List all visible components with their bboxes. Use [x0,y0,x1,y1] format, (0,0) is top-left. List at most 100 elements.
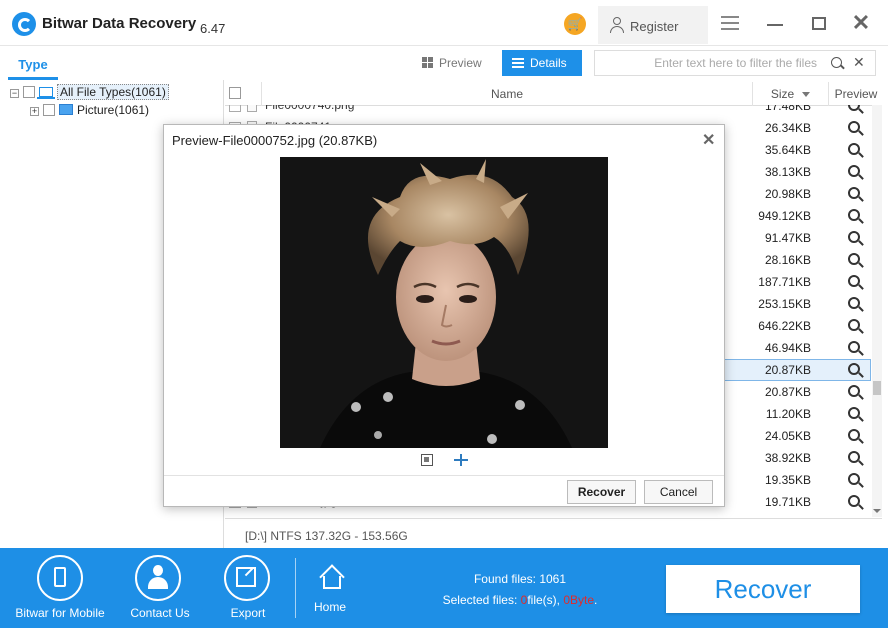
preview-view-label: Preview [439,56,482,70]
file-size: 11.20KB [765,407,811,421]
menu-icon[interactable] [719,12,741,34]
dialog-recover-button[interactable]: Recover [567,480,636,504]
home-button[interactable]: Home [300,548,360,628]
preview-zoom-icon[interactable] [848,143,860,155]
checkbox[interactable] [43,104,55,116]
export-button[interactable]: Export [188,548,308,628]
tab-type[interactable]: Type [8,50,58,80]
contact-icon [135,555,181,601]
picture-icon [59,104,73,115]
tree-item-label: Picture(1061) [77,103,150,117]
filter-box: ✕ [594,50,876,76]
home-icon [318,564,346,590]
preview-dialog: Preview-File0000752.jpg (20.87KB) ✕ Reco… [163,124,725,507]
preview-zoom-icon[interactable] [848,105,860,111]
cart-icon[interactable]: 🛒 [564,13,586,35]
preview-zoom-icon[interactable] [848,451,860,463]
file-size: 646.22KB [758,319,811,333]
selected-prefix: Selected files: [442,593,521,607]
scroll-thumb[interactable] [873,381,881,395]
scrollbar[interactable] [872,105,882,517]
export-icon [224,555,270,601]
tree-item-label: All File Types(1061) [57,84,169,100]
filter-input[interactable] [599,54,821,72]
file-name: File0000740.png [265,105,355,112]
register-button[interactable]: Register [598,6,708,44]
file-size: 20.87KB [764,363,811,377]
row-checkbox[interactable] [229,105,241,112]
details-view-label: Details [530,56,567,70]
preview-zoom-icon[interactable] [848,165,860,177]
sort-down-icon [802,92,811,97]
mobile-icon [37,555,83,601]
file-size: 28.16KB [764,253,811,267]
computer-icon [37,87,55,99]
column-size-label: Size [770,87,795,101]
clear-icon[interactable]: ✕ [853,54,865,71]
preview-zoom-icon[interactable] [848,429,860,441]
file-size: 91.47KB [764,231,811,245]
close-window-button[interactable]: ✕ [850,12,872,34]
file-size: 20.98KB [764,187,811,201]
preview-zoom-icon[interactable] [848,385,860,397]
expand-icon[interactable]: + [30,107,39,116]
tree-item-picture[interactable]: + Picture(1061) [30,101,149,119]
search-icon[interactable] [831,57,842,68]
preview-zoom-icon[interactable] [848,231,860,243]
minimize-button[interactable] [764,12,786,34]
grid-icon [422,57,433,68]
selected-suffix: . [594,593,598,607]
dialog-divider [164,475,724,476]
preview-image [280,157,608,448]
file-table-header: Name Size Preview [225,82,882,106]
preview-zoom-icon[interactable] [848,209,860,221]
file-size: 35.64KB [764,143,811,157]
preview-zoom-icon[interactable] [848,275,860,287]
recover-button[interactable]: Recover [666,565,860,613]
drive-info: [D:\] NTFS 137.32G - 153.56G [245,529,408,543]
dialog-cancel-button[interactable]: Cancel [644,480,713,504]
preview-zoom-icon[interactable] [848,473,860,485]
tree-item-all-file-types[interactable]: − All File Types(1061) [10,83,169,101]
column-size[interactable]: Size [753,82,829,106]
fit-to-window-icon[interactable] [421,454,433,466]
preview-zoom-icon[interactable] [848,121,860,133]
preview-zoom-icon[interactable] [848,253,860,265]
file-size: 949.12KB [758,209,811,223]
path-bar: [D:\] NTFS 137.32G - 153.56G [225,518,882,548]
select-all-checkbox[interactable] [229,87,241,99]
maximize-button[interactable] [808,12,830,34]
dialog-title: Preview-File0000752.jpg (20.87KB) [172,133,378,148]
preview-zoom-icon[interactable] [848,297,860,309]
actual-size-icon[interactable] [454,454,468,466]
table-row[interactable]: File0000740.png 17.48KB [225,105,872,117]
portrait-photo [280,157,608,448]
file-size: 187.71KB [758,275,811,289]
bottom-bar: Bitwar for Mobile Contact Us Export Home… [0,548,888,628]
preview-zoom-icon[interactable] [848,407,860,419]
checkbox[interactable] [23,86,35,98]
title-bar: Bitwar Data Recovery 6.47 🛒 Register ✕ [0,0,888,46]
file-size: 19.71KB [764,495,811,509]
preview-zoom-icon[interactable] [848,341,860,353]
preview-zoom-icon[interactable] [848,495,860,507]
scroll-down-icon[interactable] [873,509,881,513]
preview-zoom-icon[interactable] [848,187,860,199]
file-size: 24.05KB [764,429,811,443]
file-size: 253.15KB [758,297,811,311]
file-size: 38.13KB [764,165,811,179]
file-icon [247,105,257,112]
register-label: Register [630,19,679,34]
user-icon [610,17,624,33]
file-size: 26.34KB [764,121,811,135]
details-view-button[interactable]: Details [502,50,582,76]
close-icon[interactable]: ✕ [702,130,715,150]
column-name[interactable]: Name [261,82,753,106]
preview-view-button[interactable]: Preview [410,50,500,76]
app-title: Bitwar Data Recovery [42,15,197,32]
preview-zoom-icon[interactable] [848,319,860,331]
app-logo-icon [12,12,36,36]
collapse-icon[interactable]: − [10,89,19,98]
preview-zoom-icon[interactable] [848,363,860,375]
selected-files-summary: Selected files: 0file(s), 0Byte. [420,593,620,607]
